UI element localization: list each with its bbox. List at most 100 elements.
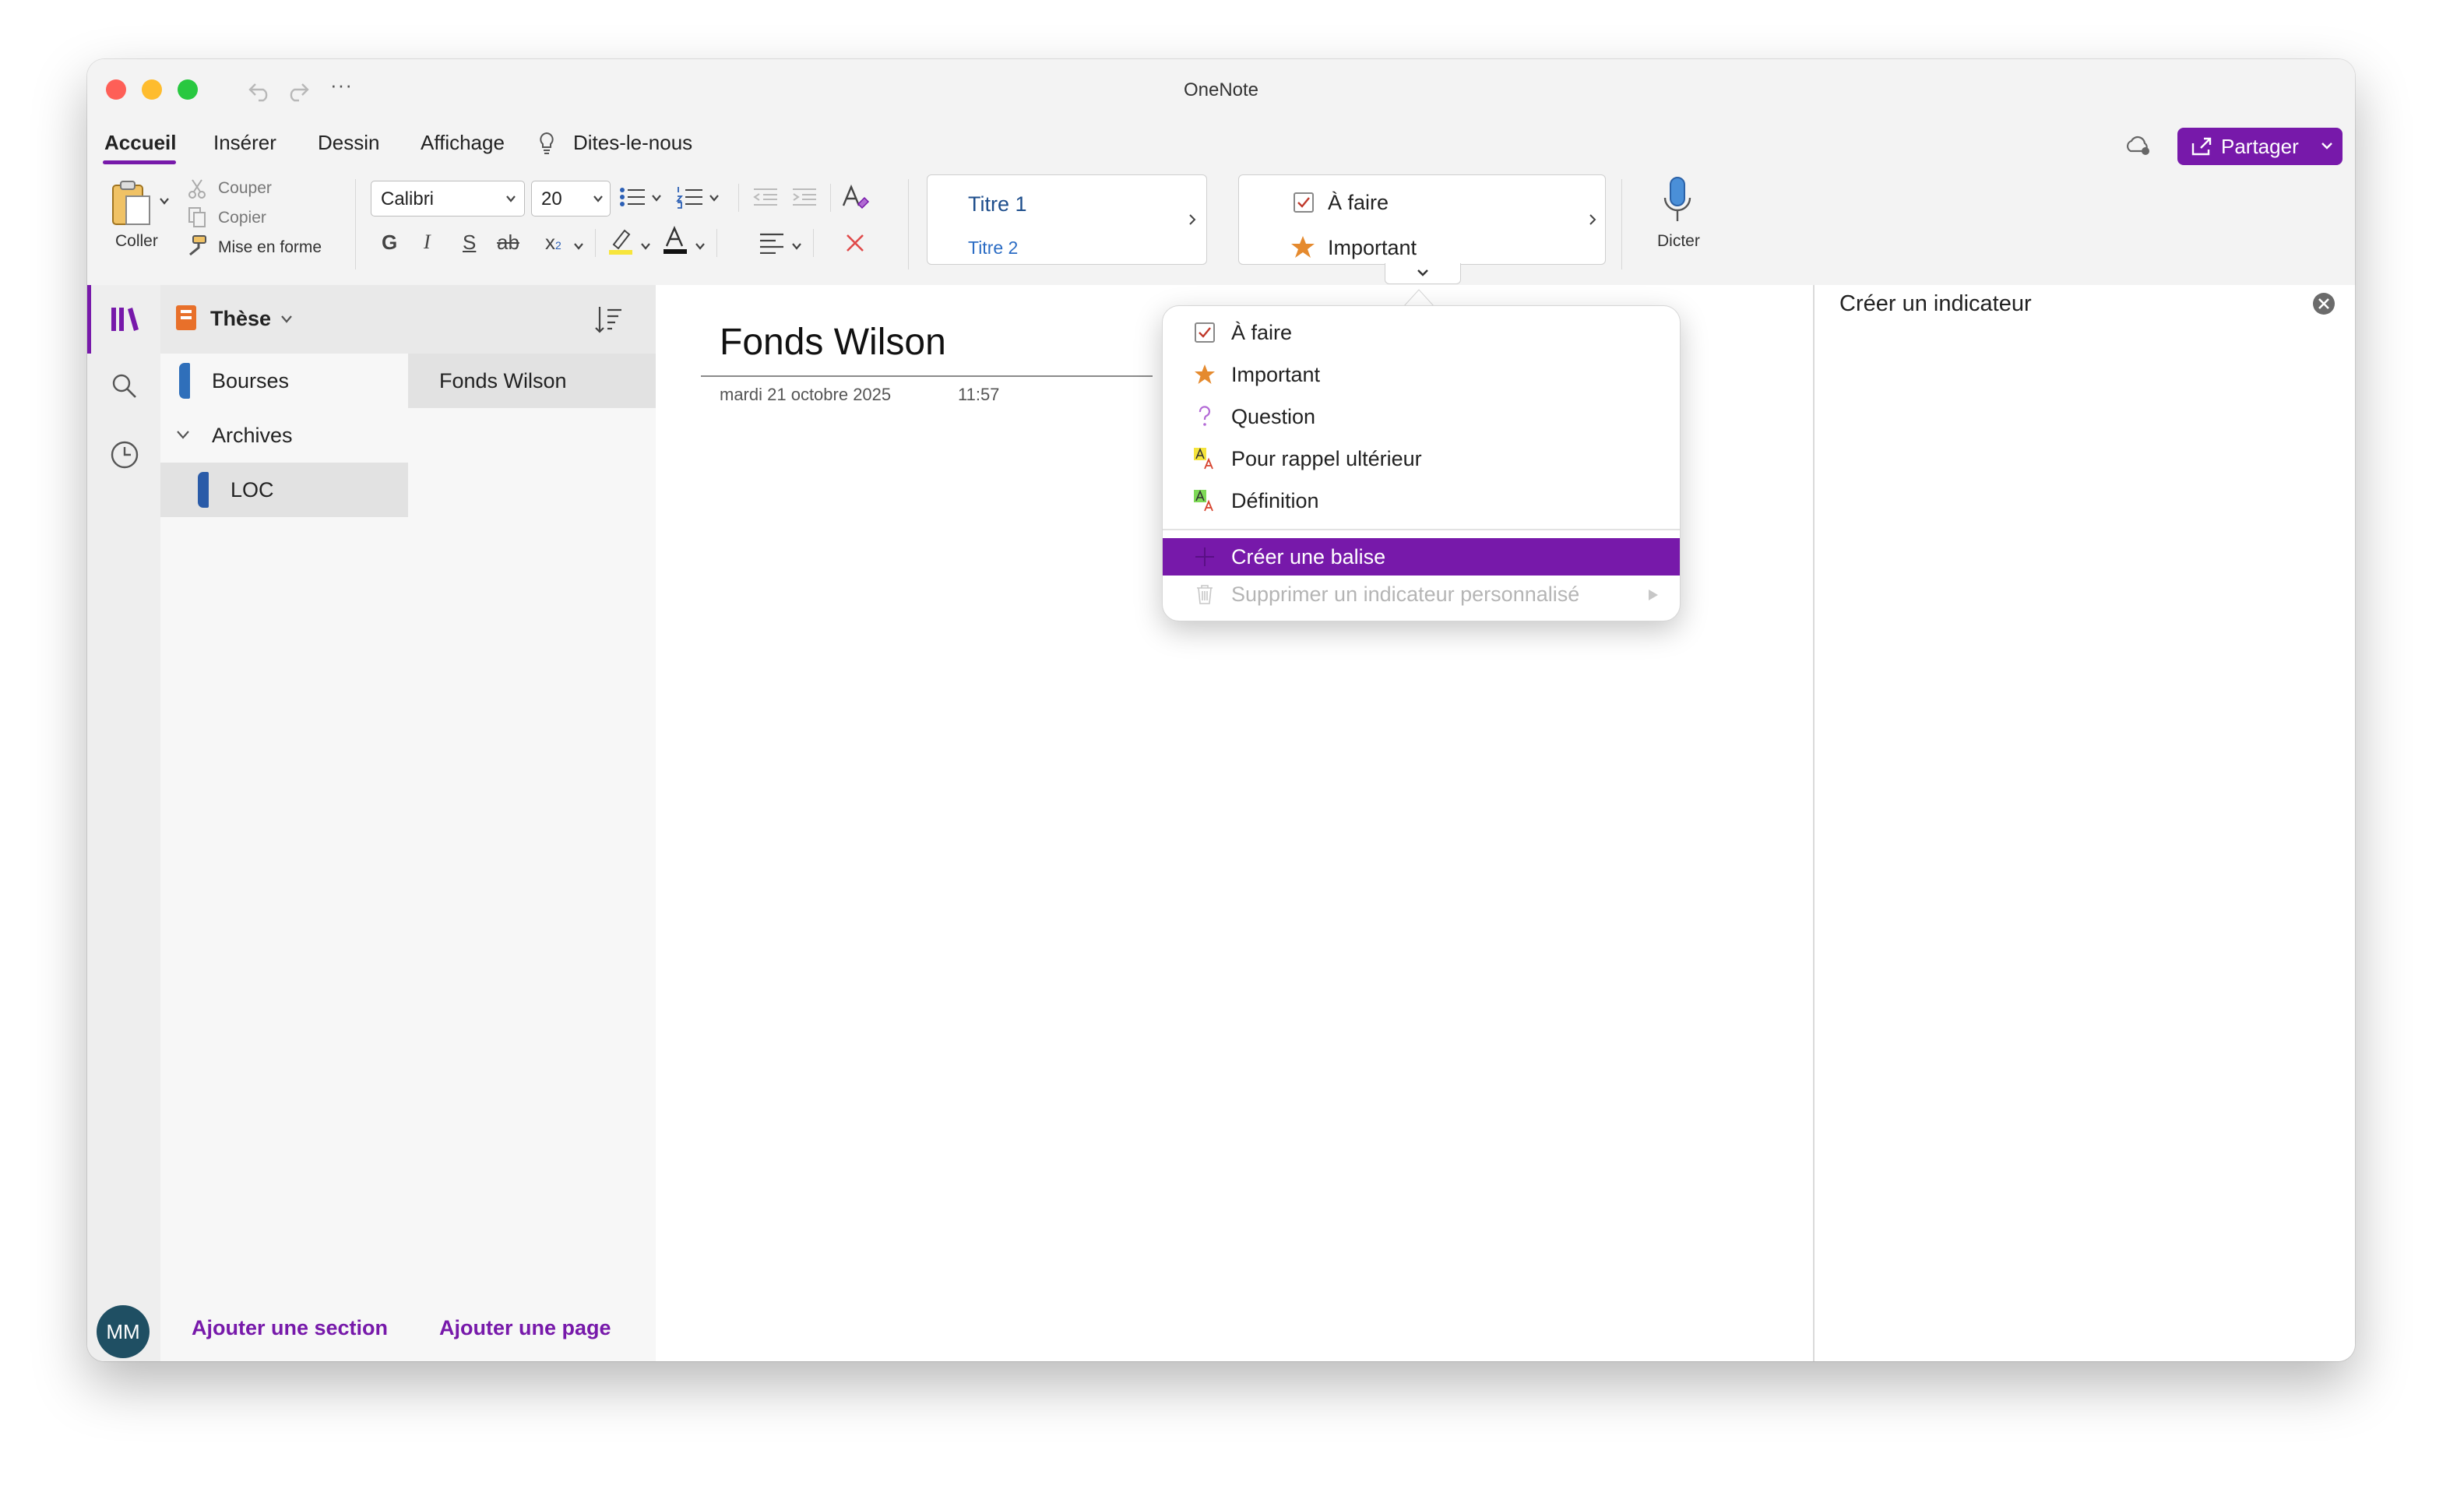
notebook-header[interactable]: Thèse [160,285,408,354]
sort-pages-icon[interactable] [593,304,625,335]
chevron-down-icon[interactable] [176,430,190,441]
bullet-list-icon[interactable] [618,185,646,209]
highlight-a-icon [1194,448,1213,470]
menu-item-todo[interactable]: À faire [1163,314,1680,351]
chevron-down-icon [281,315,292,323]
menu-item-question[interactable]: Question [1163,398,1680,435]
subscript-label: x [545,231,555,254]
chevron-down-icon[interactable] [709,193,720,202]
tags-expand-button[interactable] [1385,263,1461,284]
share-button[interactable]: Partager [2177,128,2343,165]
subscript-button[interactable]: x2 [545,231,561,255]
add-section-button[interactable]: Ajouter une section [192,1316,388,1340]
sync-status-icon[interactable] [2123,132,2154,159]
pages-pane: Fonds Wilson Ajouter une page [408,285,656,1361]
tags-dropdown-menu: À faire Important Question Pour rappel u… [1162,305,1681,621]
scissors-icon[interactable] [187,178,207,199]
section-group-label: Archives [212,424,293,447]
submenu-arrow-icon [1649,590,1658,600]
chevron-right-icon[interactable] [1188,213,1197,227]
microphone-icon[interactable] [1662,176,1693,226]
underline-button[interactable]: S [463,231,476,255]
styles-gallery[interactable]: Titre 1 Titre 2 [927,174,1207,265]
menu-pointer [1403,289,1434,307]
recent-clock-icon[interactable] [109,439,140,470]
chevron-down-icon[interactable] [695,241,706,251]
menu-item-important[interactable]: Important [1163,356,1680,393]
notebook-name: Thèse [210,307,272,330]
highlighter-icon[interactable] [607,227,634,255]
clear-formatting-icon[interactable] [841,184,871,210]
style-heading1[interactable]: Titre 1 [968,192,1027,216]
chevron-down-icon [506,195,516,202]
create-tag-pane: Créer un indicateur [1813,285,2355,1361]
font-name-combo[interactable]: Calibri [371,181,525,216]
font-size-value: 20 [541,188,562,209]
plus-icon [1195,547,1214,566]
tab-inserer[interactable]: Insérer [213,131,276,155]
title-underline [701,375,1153,377]
align-left-icon[interactable] [759,232,785,254]
close-pane-icon[interactable] [2311,291,2336,316]
chevron-down-icon[interactable] [651,193,662,202]
window-title: OneNote [1183,79,1259,100]
notebooks-icon[interactable] [109,305,140,333]
font-color-icon[interactable] [662,226,688,255]
page-item-fonds-wilson[interactable]: Fonds Wilson [408,354,656,408]
checkbox-icon [1294,192,1314,213]
style-heading2[interactable]: Titre 2 [968,238,1018,259]
section-item-bourses[interactable]: Bourses [160,354,408,408]
section-label: Bourses [212,369,290,392]
italic-button[interactable]: I [424,231,431,254]
tab-affichage[interactable]: Affichage [421,131,505,155]
dictate-label[interactable]: Dicter [1657,232,1700,251]
pages-header [408,285,656,354]
paste-options-chevron-icon[interactable] [159,196,170,206]
menu-item-remember-later[interactable]: Pour rappel ultérieur [1163,440,1680,477]
page-date: mardi 21 octobre 2025 [720,385,892,404]
paste-icon[interactable] [111,179,153,227]
menu-item-label: Définition [1231,489,1319,512]
ribbon-separator [813,229,814,257]
section-tab-marker [179,363,190,399]
delete-icon[interactable] [844,232,866,254]
section-group-archives[interactable]: Archives [160,408,408,463]
sections-pane: Thèse Bourses Archives LOC Ajouter une s… [160,285,409,1361]
increase-indent-icon[interactable] [791,187,818,207]
tab-dessin[interactable]: Dessin [318,131,379,155]
tags-gallery[interactable]: À faire Important [1238,174,1606,265]
chevron-down-icon[interactable] [573,241,584,251]
cut-button[interactable]: Couper [218,179,272,198]
notebook-icon [176,305,196,330]
tell-me-search[interactable]: Dites-le-nous [573,131,692,155]
menu-item-definition[interactable]: Définition [1163,482,1680,519]
menu-item-create-tag[interactable]: Créer une balise [1163,538,1680,576]
format-painter-button[interactable]: Mise en forme [218,238,322,257]
section-item-loc[interactable]: LOC [160,463,408,517]
chevron-down-icon[interactable] [640,241,651,251]
lightbulb-icon [540,132,554,154]
tab-accueil[interactable]: Accueil [104,131,177,155]
avatar[interactable]: MM [97,1305,150,1358]
font-size-combo[interactable]: 20 [531,181,611,216]
strikethrough-button[interactable]: ab [497,231,519,255]
chevron-down-icon[interactable] [791,241,802,251]
menu-divider [1163,529,1680,530]
decrease-indent-icon[interactable] [752,187,779,207]
tag-important-label: Important [1328,236,1417,259]
share-icon [2191,137,2212,156]
onenote-window: ··· OneNote Accueil Insérer Dessin Affic… [87,59,2355,1361]
page-title[interactable]: Fonds Wilson [720,321,946,364]
copy-button[interactable]: Copier [218,209,266,227]
chevron-right-icon[interactable] [1588,213,1597,227]
copy-icon[interactable] [187,206,207,229]
bold-button[interactable]: G [382,231,397,255]
format-painter-icon[interactable] [185,234,209,257]
numbered-list-icon[interactable] [676,185,704,209]
page-label: Fonds Wilson [439,369,567,392]
add-page-button[interactable]: Ajouter une page [439,1316,611,1340]
search-icon[interactable] [111,372,139,400]
trash-icon [1197,585,1213,604]
rail-active-indicator [87,285,91,354]
navigation-rail: MM [87,285,161,1361]
